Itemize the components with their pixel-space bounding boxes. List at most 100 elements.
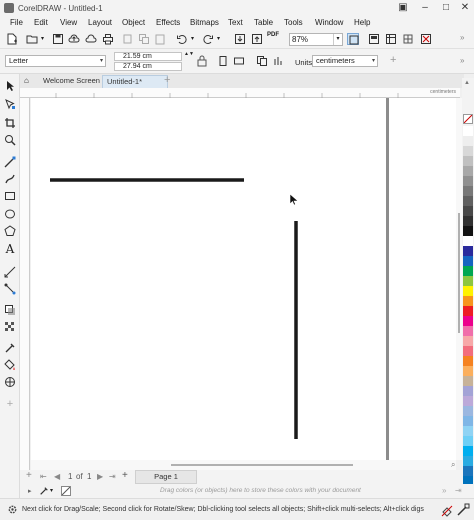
palette-swatch[interactable] [463, 466, 473, 476]
units-select[interactable]: centimeters ▾ [312, 55, 378, 67]
doc-palette-eyedropper-icon[interactable] [39, 486, 49, 496]
add-page-after-button[interactable]: + [122, 470, 128, 481]
palette-swatch[interactable] [463, 236, 473, 246]
palette-swatch[interactable] [463, 316, 473, 326]
page[interactable] [31, 98, 386, 460]
doc-palette-expand-icon[interactable]: ▸ [28, 487, 32, 495]
zoom-navigator-icon[interactable]: ⌕ [451, 460, 455, 470]
open-folder-icon[interactable] [26, 33, 38, 45]
polygon-tool-icon[interactable] [4, 225, 16, 237]
doc-palette-end-icon[interactable]: ⇥ [455, 486, 462, 495]
palette-swatch[interactable] [463, 166, 473, 176]
palette-swatch[interactable] [463, 446, 473, 456]
redo-dropdown-icon[interactable]: ▾ [217, 35, 229, 47]
cut-icon[interactable] [122, 33, 134, 45]
vertical-ruler[interactable] [20, 98, 30, 470]
text-tool-icon[interactable]: A [4, 243, 16, 255]
palette-swatch[interactable] [463, 456, 473, 466]
settings-gear-icon[interactable] [7, 504, 18, 515]
first-page-button[interactable]: ⇤ [40, 472, 47, 481]
palette-swatch[interactable] [463, 286, 473, 296]
previous-page-button[interactable]: ◀ [54, 472, 60, 481]
import-icon[interactable] [234, 33, 246, 45]
palette-swatch[interactable] [463, 216, 473, 226]
transparency-tool-icon[interactable] [4, 321, 16, 333]
palette-swatch[interactable] [463, 356, 473, 366]
palette-swatch[interactable] [463, 256, 473, 266]
palette-swatch[interactable] [463, 436, 473, 446]
export-icon[interactable] [251, 33, 263, 45]
crop-tool-icon[interactable] [4, 117, 16, 129]
horizontal-ruler[interactable]: centimeters [20, 88, 460, 98]
zoom-dropdown-icon[interactable]: ▾ [333, 34, 342, 45]
menu-bitmaps[interactable]: Bitmaps [190, 18, 219, 27]
paste-icon[interactable] [154, 33, 166, 45]
menu-view[interactable]: View [60, 18, 77, 27]
palette-swatch[interactable] [463, 266, 473, 276]
doc-palette-no-color-swatch[interactable] [61, 486, 71, 496]
tab-welcome-screen[interactable]: Welcome Screen [26, 75, 106, 88]
horizontal-scrollbar[interactable] [31, 460, 456, 470]
tab-untitled-1[interactable]: Untitled-1* [102, 75, 168, 88]
artistic-media-tool-icon[interactable] [4, 173, 16, 185]
portrait-icon[interactable] [217, 55, 229, 67]
menu-help[interactable]: Help [354, 18, 370, 27]
menu-effects[interactable]: Effects [156, 18, 180, 27]
cloud-upload-icon[interactable] [68, 33, 80, 45]
palette-swatch[interactable] [463, 396, 473, 406]
palette-swatch[interactable] [463, 366, 473, 376]
doc-palette-scroll-right-icon[interactable]: » [442, 486, 446, 495]
palette-swatch[interactable] [463, 386, 473, 396]
zoom-level-combo[interactable]: 87% ▾ [289, 33, 343, 46]
palette-swatch[interactable] [463, 226, 473, 236]
width-spin-icon[interactable]: ▲▼ [184, 51, 196, 63]
palette-scroll-up-icon[interactable]: ▲ [464, 80, 470, 86]
page-tab-1[interactable]: Page 1 [135, 470, 197, 484]
menu-tools[interactable]: Tools [284, 18, 303, 27]
palette-swatch[interactable] [463, 346, 473, 356]
no-color-swatch[interactable] [463, 114, 473, 124]
snap-to-icon[interactable] [420, 33, 432, 45]
dimension-tool-icon[interactable] [4, 266, 16, 278]
palette-swatch[interactable] [463, 246, 473, 256]
show-grid-icon[interactable] [402, 33, 414, 45]
menu-edit[interactable]: Edit [34, 18, 48, 27]
show-rulers-icon[interactable] [385, 33, 397, 45]
property-bar-overflow-icon[interactable]: » [460, 56, 464, 65]
vertical-scroll-thumb[interactable] [458, 213, 460, 333]
outline-indicator-icon[interactable] [456, 503, 470, 517]
palette-swatch[interactable] [463, 186, 473, 196]
new-tab-icon[interactable]: + [164, 74, 170, 86]
shape-tool-icon[interactable] [4, 98, 16, 110]
add-preset-icon[interactable]: + [390, 54, 396, 66]
new-document-icon[interactable] [6, 33, 18, 45]
save-icon[interactable] [52, 33, 64, 45]
menu-object[interactable]: Object [122, 18, 145, 27]
current-page-number[interactable]: 1 [68, 472, 72, 481]
redo-icon[interactable] [202, 33, 214, 45]
zoom-tool-icon[interactable] [4, 134, 16, 146]
units-dropdown-icon[interactable]: ▾ [372, 56, 375, 66]
palette-swatch[interactable] [463, 136, 473, 146]
page-size-dropdown-icon[interactable]: ▾ [100, 56, 103, 66]
palette-swatch[interactable] [463, 326, 473, 336]
lock-ratio-icon[interactable] [196, 55, 208, 67]
palette-swatch[interactable] [463, 156, 473, 166]
add-page-before-button[interactable]: + [26, 470, 32, 481]
copy-icon[interactable] [138, 33, 150, 45]
smart-fill-tool-icon[interactable] [4, 376, 16, 388]
undo-icon[interactable] [176, 33, 188, 45]
page-height-input[interactable]: 27.94 cm [114, 62, 182, 71]
menu-window[interactable]: Window [315, 18, 343, 27]
landscape-icon[interactable] [233, 55, 245, 67]
palette-swatch[interactable] [463, 416, 473, 426]
drop-shadow-tool-icon[interactable] [4, 304, 16, 316]
page-width-input[interactable]: 21.59 cm [114, 52, 182, 61]
menu-file[interactable]: File [10, 18, 23, 27]
freehand-tool-icon[interactable] [4, 156, 16, 168]
add-tool-icon[interactable]: + [4, 398, 16, 410]
minimize-button[interactable]: – [414, 1, 436, 15]
palette-swatch[interactable] [463, 206, 473, 216]
palette-swatch[interactable] [463, 196, 473, 206]
palette-swatch[interactable] [463, 426, 473, 436]
